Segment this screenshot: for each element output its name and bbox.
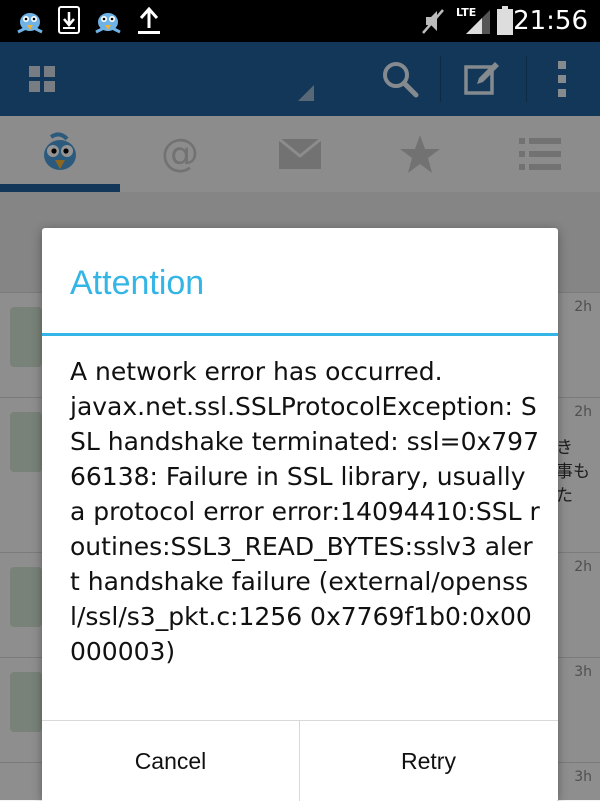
dialog-title: Attention: [70, 264, 205, 302]
dialog-button-bar: Cancel Retry: [42, 720, 558, 801]
status-clock: 21:56: [513, 6, 588, 36]
status-bar: LTE 21:56: [0, 0, 600, 42]
bird-notification-icon: [92, 6, 124, 40]
retry-button[interactable]: Retry: [300, 721, 557, 801]
download-icon: [58, 6, 80, 40]
battery-icon: [496, 6, 514, 40]
dialog-message: A network error has occurred. javax.net.…: [70, 357, 540, 666]
upload-icon: [136, 6, 162, 40]
bird-notification-icon: [14, 6, 46, 40]
mute-icon: [420, 6, 446, 40]
cancel-button[interactable]: Cancel: [42, 721, 299, 801]
dialog-title-divider: [42, 333, 558, 336]
lte-label: LTE: [456, 6, 476, 19]
lte-signal-icon: LTE: [456, 4, 492, 40]
error-dialog: Attention A network error has occurred. …: [42, 228, 558, 801]
